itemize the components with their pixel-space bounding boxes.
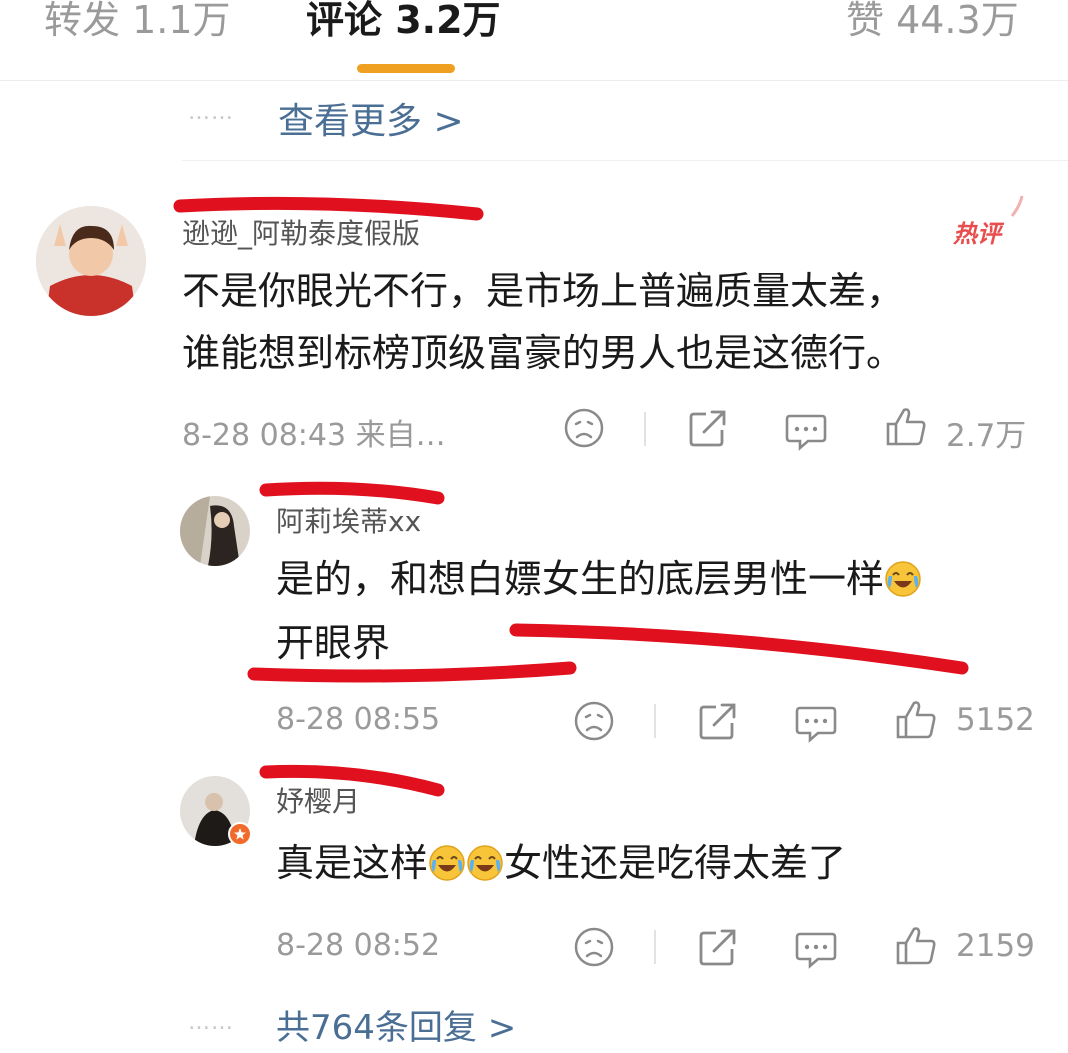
like-count: 2.7万 bbox=[946, 418, 1027, 454]
view-all-replies-link[interactable]: 共764条回复 > bbox=[276, 1000, 516, 1049]
dislike-icon[interactable] bbox=[572, 925, 616, 969]
laugh-cry-emoji-icon bbox=[885, 561, 921, 597]
annotation-underline bbox=[247, 623, 969, 683]
laugh-cry-emoji-icon bbox=[467, 845, 503, 881]
reply-text-line: 是的，和想白嫖女生的底层男性一样 bbox=[276, 548, 922, 610]
comment-icon[interactable] bbox=[794, 700, 838, 744]
reply-text-line: 真是这样 女性还是吃得太差了 bbox=[276, 832, 846, 894]
like-icon[interactable] bbox=[884, 404, 928, 448]
dislike-icon[interactable] bbox=[572, 699, 616, 743]
comment-icon[interactable] bbox=[784, 408, 828, 452]
reply-text: 是的，和想白嫖女生的底层男性一样 bbox=[276, 557, 885, 601]
share-icon[interactable] bbox=[696, 699, 740, 743]
section-separator bbox=[182, 160, 1068, 161]
comment-meta: 8-28 08:43 来自… bbox=[182, 418, 446, 453]
more-dots: …… bbox=[188, 100, 234, 125]
action-divider bbox=[644, 412, 646, 446]
hot-comment-badge: 热评 bbox=[953, 220, 1001, 248]
comment-text-line: 谁能想到标榜顶级富豪的男人也是这德行。 bbox=[182, 331, 905, 375]
like-icon[interactable] bbox=[894, 923, 938, 967]
reply-avatar[interactable] bbox=[180, 496, 250, 566]
hot-badge-decoration bbox=[1010, 195, 1024, 217]
more-dots: …… bbox=[188, 1010, 234, 1035]
reply-text: 真是这样 bbox=[276, 841, 429, 885]
verified-badge-icon bbox=[228, 822, 252, 846]
active-tab-indicator bbox=[357, 64, 455, 73]
avatar-image bbox=[36, 206, 146, 316]
annotation-strike-username bbox=[259, 481, 445, 505]
comment-text-line: 不是你眼光不行，是市场上普遍质量太差， bbox=[182, 269, 905, 313]
annotation-strike-username bbox=[173, 196, 484, 221]
reply-time: 8-28 08:52 bbox=[276, 928, 441, 963]
share-icon[interactable] bbox=[696, 925, 740, 969]
view-more-link[interactable]: 查看更多 > bbox=[278, 92, 464, 144]
dislike-icon[interactable] bbox=[562, 406, 606, 450]
share-icon[interactable] bbox=[686, 406, 730, 450]
action-divider bbox=[654, 704, 656, 738]
tab-comments[interactable]: 评论 3.2万 bbox=[306, 0, 501, 40]
tabs-divider bbox=[0, 80, 1068, 81]
reply-text: 女性还是吃得太差了 bbox=[504, 841, 847, 885]
laugh-cry-emoji-icon bbox=[429, 845, 465, 881]
like-icon[interactable] bbox=[894, 697, 938, 741]
tab-likes[interactable]: 赞 44.3万 bbox=[846, 0, 1019, 40]
reply-time: 8-28 08:55 bbox=[276, 702, 441, 737]
comment-icon[interactable] bbox=[794, 926, 838, 970]
action-divider bbox=[654, 930, 656, 964]
avatar[interactable] bbox=[36, 206, 146, 316]
like-count: 5152 bbox=[956, 702, 1035, 738]
avatar-image bbox=[180, 496, 250, 566]
like-count: 2159 bbox=[956, 928, 1035, 964]
tab-reposts[interactable]: 转发 1.1万 bbox=[44, 0, 231, 40]
annotation-strike-username bbox=[259, 764, 445, 797]
